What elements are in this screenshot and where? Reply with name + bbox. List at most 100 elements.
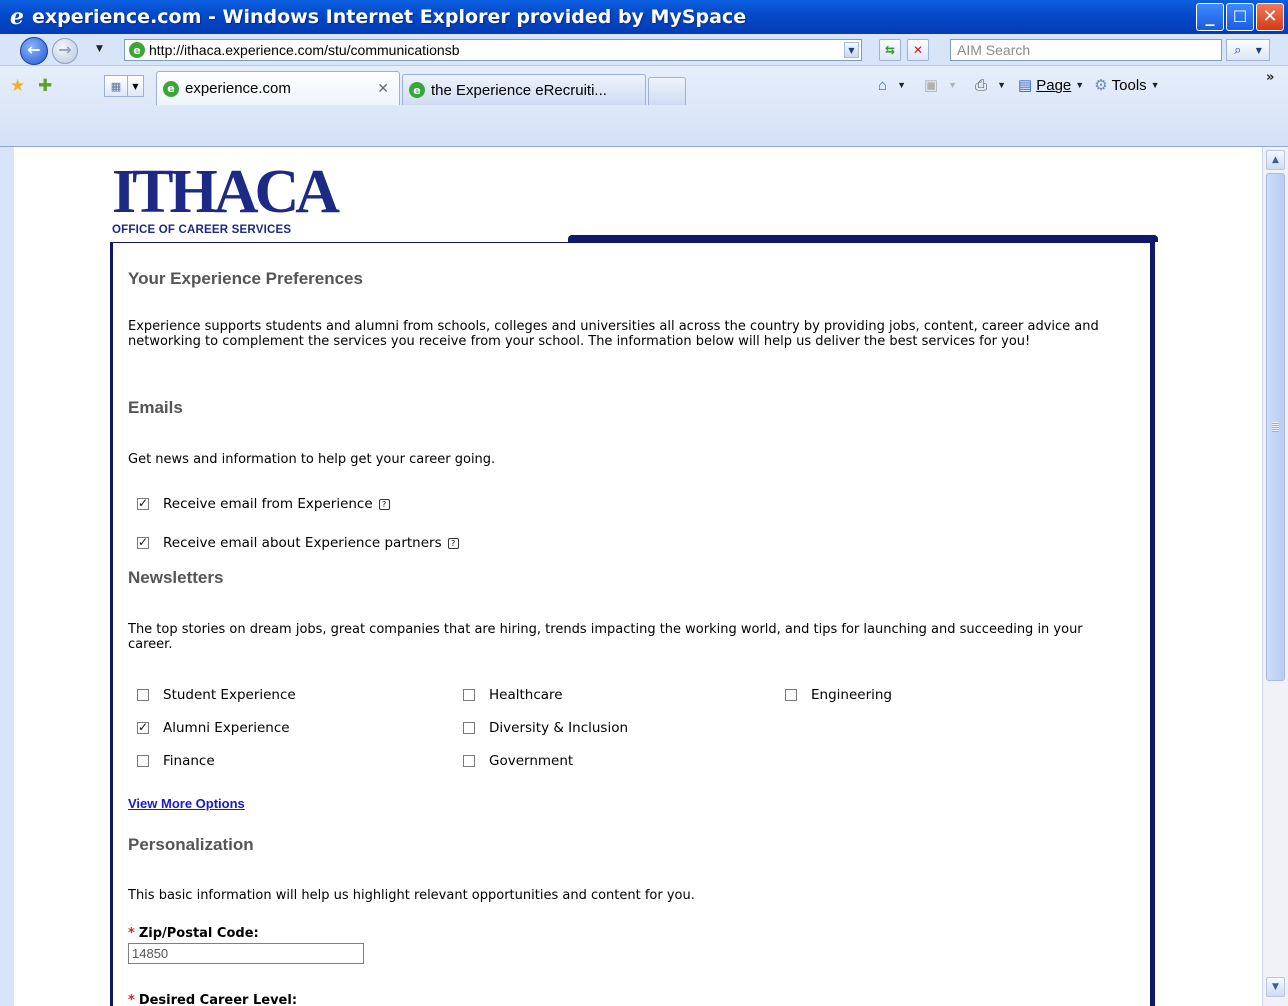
checkbox-label: Government xyxy=(489,753,574,769)
newsletters-heading: Newsletters xyxy=(128,568,224,587)
add-favorite-icon[interactable]: ✚ xyxy=(38,76,52,96)
newsletter-healthcare[interactable]: Healthcare xyxy=(463,687,563,703)
toolbar-overflow-chevron[interactable]: » xyxy=(1266,70,1274,85)
page-menu-label: Page xyxy=(1036,76,1072,94)
tools-menu-label: Tools xyxy=(1111,76,1147,94)
required-marker: * xyxy=(128,993,135,1006)
panel-top-bar xyxy=(568,235,1158,242)
personalization-heading: Personalization xyxy=(128,835,254,854)
ithaca-logo: ITHACA OFFICE OF CAREER SERVICES xyxy=(112,158,340,236)
email-partners-option[interactable]: Receive email about Experience partners … xyxy=(137,535,459,551)
checkbox-label: Healthcare xyxy=(489,687,563,703)
intro-text: Experience supports students and alumni … xyxy=(128,319,1099,349)
emails-heading: Emails xyxy=(128,398,183,417)
refresh-icon: ⇆ xyxy=(884,43,896,57)
tab-experience[interactable]: e experience.com ✕ xyxy=(156,71,400,105)
checkbox-label: Student Experience xyxy=(163,687,296,703)
home-dropdown[interactable]: ▼ xyxy=(897,80,906,90)
url-text[interactable]: http://ithaca.experience.com/stu/communi… xyxy=(149,42,460,58)
close-button[interactable]: ✕ xyxy=(1256,3,1284,31)
page-viewport: ITHACA OFFICE OF CAREER SERVICES Your Ex… xyxy=(0,146,1288,1006)
tools-dropdown-icon: ▼ xyxy=(1150,80,1160,90)
page-menu[interactable]: ▤ Page ▼ xyxy=(1018,76,1085,95)
refresh-button[interactable]: ⇆ xyxy=(879,39,901,61)
home-icon[interactable]: ⌂ xyxy=(878,77,887,94)
checkbox-label: Receive email from Experience xyxy=(163,496,373,512)
print-icon[interactable]: ⎙ xyxy=(975,77,987,94)
command-bar: ⌂ ▼ ▣ ▼ ⎙ ▼ ▤ Page ▼ ⚙ Tools ▼ xyxy=(878,76,1160,95)
help-icon[interactable]: ? xyxy=(378,498,390,510)
checkbox-label: Diversity & Inclusion xyxy=(489,720,629,736)
emails-description: Get news and information to help get you… xyxy=(128,452,496,467)
newsletter-diversity-inclusion[interactable]: Diversity & Inclusion xyxy=(463,720,628,736)
maximize-button[interactable]: ☐ xyxy=(1226,3,1254,31)
window-titlebar: e experience.com - Windows Internet Expl… xyxy=(0,0,1288,34)
history-dropdown-button[interactable]: ▼ xyxy=(96,44,103,54)
email-from-experience-checkbox[interactable] xyxy=(137,496,149,510)
newsletter-checkbox[interactable] xyxy=(137,689,149,701)
newsletter-checkbox[interactable] xyxy=(137,755,149,767)
ie-icon: e xyxy=(10,4,24,30)
address-toolbar: ← → ▼ e http://ithaca.experience.com/stu… xyxy=(0,34,1288,66)
address-dropdown-button[interactable]: ▼ xyxy=(844,42,859,58)
scroll-thumb[interactable] xyxy=(1266,173,1285,681)
window-frame-left xyxy=(0,147,14,1006)
feeds-icon[interactable]: ▣ xyxy=(924,76,938,94)
favorites-star-icon[interactable]: ★ xyxy=(10,76,25,96)
gear-icon: ⚙ xyxy=(1094,77,1108,94)
zip-input[interactable]: 14850 xyxy=(128,943,364,964)
new-tab-button[interactable] xyxy=(648,77,686,105)
vertical-scrollbar[interactable]: ▲ ▼ xyxy=(1262,147,1288,1006)
newsletter-government[interactable]: Government xyxy=(463,753,573,769)
email-from-experience-option[interactable]: Receive email from Experience ? xyxy=(137,496,390,512)
logo-wordmark: ITHACA xyxy=(112,158,340,226)
tab-toolbar: ★ ✚ ▦ ▼ e experience.com ✕ e the Experie… xyxy=(0,66,1288,146)
checkbox-label: Engineering xyxy=(811,687,892,703)
tab-label: experience.com xyxy=(185,80,291,97)
back-arrow-icon: ← xyxy=(27,40,41,59)
scroll-down-button[interactable]: ▼ xyxy=(1266,977,1285,997)
newsletter-checkbox[interactable] xyxy=(463,755,475,767)
newsletters-description: The top stories on dream jobs, great com… xyxy=(128,622,1083,652)
search-icon: ⌕ xyxy=(1234,42,1242,58)
quick-tabs-button[interactable]: ▦ xyxy=(104,75,128,97)
newsletter-checkbox[interactable] xyxy=(785,689,797,701)
required-marker: * xyxy=(128,926,135,941)
minimize-button[interactable]: _ xyxy=(1196,3,1224,31)
career-level-label: * Desired Career Level: xyxy=(128,993,298,1006)
stop-button[interactable]: ✕ xyxy=(907,39,929,61)
tab-erecruiting[interactable]: e the Experience eRecruiti... xyxy=(402,74,646,105)
newsletter-student-experience[interactable]: Student Experience xyxy=(137,687,296,703)
close-tab-icon[interactable]: ✕ xyxy=(377,80,389,97)
tab-favicon-icon: e xyxy=(163,80,179,97)
checkbox-label: Alumni Experience xyxy=(163,720,290,736)
newsletter-engineering[interactable]: Engineering xyxy=(785,687,892,703)
personalization-description: This basic information will help us high… xyxy=(128,888,695,903)
checkbox-label: Finance xyxy=(163,753,215,769)
print-dropdown[interactable]: ▼ xyxy=(997,80,1006,90)
forward-button[interactable]: → xyxy=(52,38,78,64)
feeds-dropdown[interactable]: ▼ xyxy=(948,80,957,90)
scroll-grip xyxy=(1272,422,1279,432)
email-partners-checkbox[interactable] xyxy=(137,535,149,549)
page-favicon-icon: e xyxy=(129,42,145,58)
newsletter-finance[interactable]: Finance xyxy=(137,753,215,769)
search-input[interactable]: AIM Search xyxy=(950,39,1222,61)
search-button[interactable]: ⌕ ▼ xyxy=(1226,39,1270,61)
help-icon[interactable]: ? xyxy=(447,537,459,549)
tools-menu[interactable]: ⚙ Tools ▼ xyxy=(1094,76,1160,95)
checkbox-label: Receive email about Experience partners xyxy=(163,535,442,551)
newsletter-checkbox[interactable] xyxy=(463,689,475,701)
address-bar[interactable]: e http://ithaca.experience.com/stu/commu… xyxy=(124,39,862,61)
scroll-up-button[interactable]: ▲ xyxy=(1266,150,1285,170)
search-options-dropdown[interactable]: ▼ xyxy=(1256,46,1262,55)
newsletter-checkbox[interactable] xyxy=(463,722,475,734)
tab-list-dropdown[interactable]: ▼ xyxy=(128,75,144,97)
back-button[interactable]: ← xyxy=(20,37,48,65)
tab-label: the Experience eRecruiti... xyxy=(431,81,607,99)
newsletter-checkbox[interactable] xyxy=(137,720,149,734)
newsletter-alumni-experience[interactable]: Alumni Experience xyxy=(137,720,290,736)
stop-icon: ✕ xyxy=(912,43,924,57)
page-dropdown-icon: ▼ xyxy=(1075,80,1085,90)
view-more-options-link[interactable]: View More Options xyxy=(128,796,245,811)
